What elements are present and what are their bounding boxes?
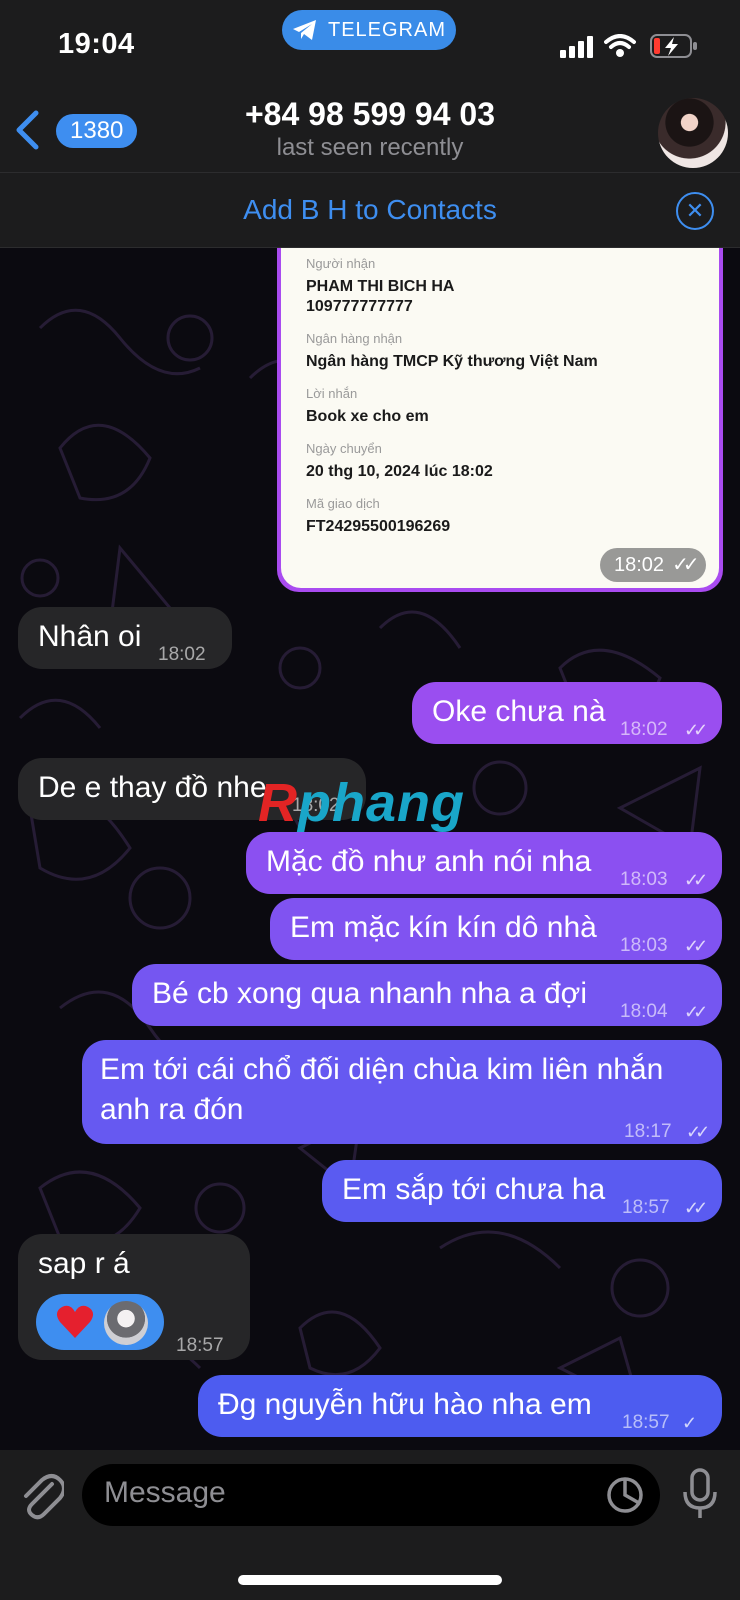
message-outgoing[interactable]: Em mặc kín kín dô nhà 18:03 ✓✓ [270,898,722,960]
telegram-pill-label: TELEGRAM [327,18,447,41]
message-time: 18:02 [158,644,206,665]
close-circle-icon[interactable]: ✕ [676,192,714,230]
double-check-icon: ✓✓ [684,1198,708,1218]
message-outgoing[interactable]: Bé cb xong qua nhanh nha a đợi 18:04 ✓✓ [132,964,722,1026]
contact-title[interactable]: +84 98 599 94 03 [150,96,590,133]
receipt-txn-id: FT24295500196269 [306,518,451,535]
receipt-date-label: Ngày chuyển [306,441,382,456]
receipt-date: 20 thg 10, 2024 lúc 18:02 [306,463,493,480]
microphone-icon[interactable] [682,1468,718,1520]
battery-icon [650,34,697,58]
message-placeholder: Message [104,1476,226,1509]
sticker-icon[interactable] [606,1476,644,1514]
message-time: 18:04 [620,1001,668,1022]
single-check-icon: ✓ [682,1413,697,1433]
message-incoming[interactable]: Nhân oi 18:02 [18,607,232,669]
message-time: 18:17 [624,1121,672,1142]
receipt-bank-label: Ngân hàng nhận [306,331,403,346]
receipt-memo: Book xe cho em [306,408,429,425]
message-text: Oke chưa nà [432,695,606,728]
double-check-icon: ✓✓ [684,870,708,890]
double-check-icon: ✓✓ [684,936,708,956]
heart-icon [56,1305,94,1338]
receipt-time-text: 18:02 [614,554,665,576]
message-time: 18:57 [622,1412,670,1433]
telegram-pill[interactable]: TELEGRAM [282,10,456,50]
message-text: Bé cb xong qua nhanh nha a đợi [152,977,588,1010]
telegram-icon [292,20,316,40]
add-to-contacts-button[interactable]: Add B H to Contacts [0,194,740,226]
reactor-avatar [104,1301,148,1345]
contact-status: last seen recently [276,134,464,161]
receipt-recipient-label: Người nhận [306,256,376,271]
receipt-time: 18:02 ✓✓ [600,548,706,582]
status-time: 19:04 [58,28,135,60]
watermark-part1: R [258,773,298,833]
message-text: Mặc đồ như anh nói nha [266,845,592,878]
watermark: Rphang [258,772,465,834]
message-outgoing[interactable]: Em sắp tới chưa ha 18:57 ✓✓ [322,1160,722,1222]
receipt-recipient-name: PHAM THI BICH HA [306,278,455,295]
receipt-recipient-account: 109777777777 [306,298,413,315]
double-check-icon: ✓✓ [672,554,699,576]
message-time: 18:03 [620,869,668,890]
receipt-txn-label: Mã giao dịch [306,496,380,511]
double-check-icon: ✓✓ [686,1122,710,1142]
double-check-icon: ✓✓ [684,720,708,740]
signal-icon [560,36,593,58]
watermark-part2: phang [298,773,465,833]
message-text: De e thay đồ nhe [38,771,267,804]
message-text: Nhân oi [38,620,142,653]
message-time: 18:57 [176,1335,224,1356]
message-time: 18:02 [620,719,668,740]
message-outgoing[interactable]: Em tới cái chổ đối diện chùa kim liên nh… [82,1040,722,1144]
message-text-line1: Em tới cái chổ đối diện chùa kim liên nh… [100,1053,664,1086]
message-outgoing[interactable]: Đg nguyễn hữu hào nha em 18:57 ✓ [198,1375,722,1437]
back-chevron-icon[interactable] [14,110,40,150]
message-text: Em sắp tới chưa ha [342,1173,606,1206]
attach-icon[interactable] [18,1470,64,1520]
wifi-icon [604,34,636,57]
double-check-icon: ✓✓ [684,1002,708,1022]
receipt-memo-label: Lời nhắn [306,386,358,401]
message-outgoing[interactable]: Mặc đồ như anh nói nha 18:03 ✓✓ [246,832,722,894]
message-time: 18:03 [620,935,668,956]
avatar[interactable] [658,98,728,168]
back-unread-badge[interactable]: 1380 [56,114,138,148]
message-text: Em mặc kín kín dô nhà [290,911,597,944]
message-time: 18:57 [622,1197,670,1218]
message-text: sap r á [38,1247,130,1280]
message-outgoing[interactable]: Oke chưa nà 18:02 ✓✓ [412,682,722,744]
home-indicator [238,1575,502,1585]
receipt-bank-name: Ngân hàng TMCP Kỹ thương Việt Nam [306,353,598,370]
message-text: Đg nguyễn hữu hào nha em [218,1388,592,1421]
